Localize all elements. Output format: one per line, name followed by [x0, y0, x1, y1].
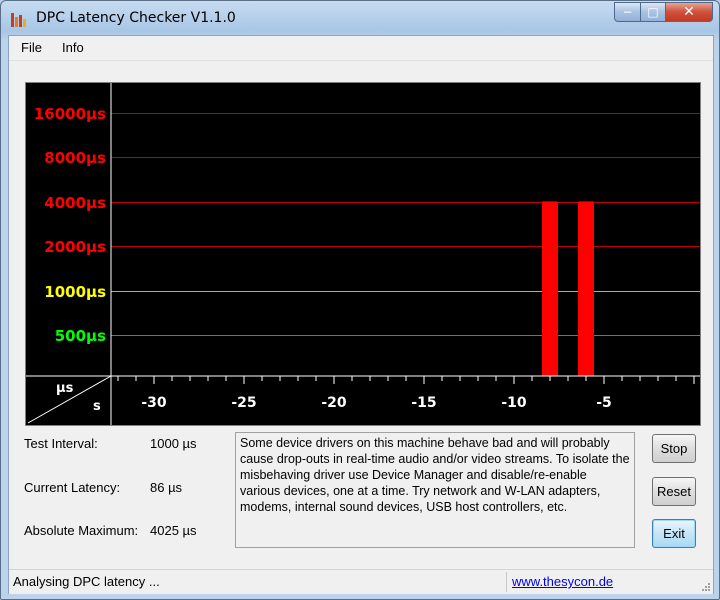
latency-chart: 16000µs 8000µs 4000µs 2000µs 1000µs 500µs -30…	[25, 82, 701, 426]
y-tick-label: 500µs	[55, 327, 106, 345]
y-tick-label: 16000µs	[34, 105, 106, 123]
x-tick-label: -10	[501, 395, 527, 411]
reset-button[interactable]: Reset	[652, 477, 696, 506]
corner-unit-us: µs	[56, 381, 74, 396]
menu-info[interactable]: Info	[62, 40, 84, 55]
status-text: Analysing DPC latency ...	[13, 574, 160, 589]
message-box: Some device drivers on this machine beha…	[235, 432, 635, 548]
x-tick-label: -20	[321, 395, 347, 411]
chart-background	[26, 83, 700, 425]
corner-unit-s: s	[93, 399, 101, 414]
window-controls: − □ ✕	[614, 2, 713, 22]
window-title: DPC Latency Checker V1.1.0	[36, 10, 236, 26]
close-button[interactable]: ✕	[666, 2, 713, 22]
menu-file[interactable]: File	[21, 40, 42, 55]
resize-grip-icon[interactable]	[701, 582, 711, 592]
current-latency-value: 86 µs	[150, 480, 183, 495]
menu-bar: File Info	[9, 36, 713, 61]
absolute-maximum-value: 4025 µs	[150, 523, 197, 538]
x-tick-label: -5	[596, 395, 612, 411]
exit-button[interactable]: Exit	[652, 519, 696, 548]
absolute-maximum-label: Absolute Maximum:	[24, 523, 139, 538]
status-bar: Analysing DPC latency ... www.thesycon.d…	[9, 569, 713, 594]
x-tick-label: -15	[411, 395, 436, 411]
client-area: File Info 16000µs 8000µs 4000µs 2000µs 1000µ…	[8, 35, 714, 594]
stop-button[interactable]: Stop	[652, 434, 696, 463]
current-latency-label: Current Latency:	[24, 480, 121, 495]
latency-chart-svg: 16000µs 8000µs 4000µs 2000µs 1000µs 500µs -30…	[26, 83, 700, 425]
minimize-button[interactable]: −	[614, 2, 641, 22]
x-tick-label: -30	[141, 395, 167, 411]
test-interval-label: Test Interval:	[24, 436, 98, 451]
maximize-button[interactable]: □	[641, 2, 666, 22]
x-tick-label: -25	[231, 395, 256, 411]
y-tick-label: 2000µs	[44, 238, 106, 256]
title-bar[interactable]: DPC Latency Checker V1.1.0 − □ ✕	[1, 1, 719, 35]
y-tick-label: 4000µs	[44, 194, 106, 212]
status-separator	[506, 572, 507, 592]
y-tick-label: 1000µs	[44, 283, 106, 301]
test-interval-value: 1000 µs	[150, 436, 197, 451]
app-icon	[11, 13, 26, 27]
website-link[interactable]: www.thesycon.de	[512, 574, 613, 589]
latency-bar	[578, 201, 594, 376]
latency-bar	[542, 201, 558, 376]
y-tick-label: 8000µs	[44, 149, 106, 167]
app-window: DPC Latency Checker V1.1.0 − □ ✕ File In…	[0, 0, 720, 600]
